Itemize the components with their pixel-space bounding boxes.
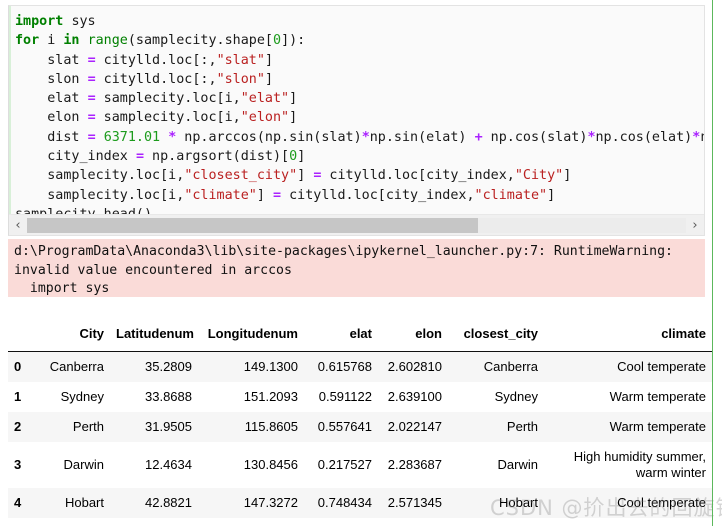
cell-closest-city: Perth (448, 412, 544, 442)
token-module-sys: sys (71, 14, 96, 29)
right-green-divider (712, 0, 713, 526)
dataframe-table: City Latitudenum Longitudenum elat elon … (8, 318, 712, 518)
token-number: 0 (289, 149, 298, 165)
cell-closest-city: Sydney (448, 382, 544, 412)
row-index: 1 (8, 382, 34, 412)
token-builtin-range: range (87, 33, 128, 49)
cell-elat: 0.615768 (304, 351, 378, 382)
table-body: 0 Canberra 35.2809 149.1300 0.615768 2.6… (8, 351, 712, 518)
cell-climate: Warm temperate (544, 412, 712, 442)
token-string-elat: "elat" (240, 91, 290, 107)
token-string-slon: "slon" (216, 71, 265, 87)
token-keyword-in: in (63, 33, 80, 49)
cell-latitudenum: 31.9505 (110, 412, 198, 442)
horizontal-scrollbar[interactable]: ‹ › (9, 214, 704, 235)
cell-elat: 0.217527 (304, 442, 378, 488)
cell-latitudenum: 12.4634 (110, 442, 198, 488)
column-header-index (8, 318, 34, 352)
token-operator-assign: = (135, 149, 144, 165)
token-keyword-import: import (15, 14, 64, 29)
token-operator-mul: * (361, 129, 370, 145)
column-header-elat: elat (304, 318, 378, 352)
cell-closest-city: Darwin (448, 442, 544, 488)
token-operator-assign: = (87, 91, 96, 107)
token-operator-mul: * (587, 129, 596, 145)
column-header-longitudenum: Longitudenum (198, 318, 304, 352)
cell-climate: Cool temperate (544, 351, 712, 382)
cell-elon: 2.571345 (378, 488, 448, 518)
table-row: 4 Hobart 42.8821 147.3272 0.748434 2.571… (8, 488, 712, 518)
code-cell-body[interactable]: import sys for i in range(samplecity.sha… (9, 6, 704, 214)
cell-latitudenum: 33.8688 (110, 382, 198, 412)
cell-elon: 2.639100 (378, 382, 448, 412)
token-string-closest-city: "closest_city" (184, 168, 298, 184)
scrollbar-thumb[interactable] (27, 217, 479, 233)
token-operator-assign: = (87, 110, 96, 126)
token-string-elon: "elon" (240, 110, 290, 126)
token-operator-assign: = (313, 168, 322, 184)
cell-climate: High humidity summer, warm winter (544, 442, 712, 488)
token-operator-plus: + (474, 129, 483, 145)
cell-closest-city: Canberra (448, 351, 544, 382)
token-operator-mul: * (168, 129, 177, 145)
cell-climate: Cool temperate (544, 488, 712, 518)
token-string-slat: "slat" (216, 52, 265, 68)
cell-elat: 0.591122 (304, 382, 378, 412)
dataframe-output: City Latitudenum Longitudenum elat elon … (8, 318, 712, 526)
row-index: 2 (8, 412, 34, 442)
token-string-climate: "climate" (474, 187, 548, 203)
cell-city: Sydney (34, 382, 110, 412)
token-operator-assign: = (87, 52, 96, 68)
cell-longitudenum: 151.2093 (198, 382, 304, 412)
column-header-climate: climate (544, 318, 712, 352)
scroll-left-chevron-icon[interactable]: ‹ (9, 215, 27, 235)
code-source[interactable]: import sys for i in range(samplecity.sha… (9, 6, 704, 214)
cell-longitudenum: 149.1300 (198, 351, 304, 382)
cell-elat: 0.748434 (304, 488, 378, 518)
token-number: 0 (273, 33, 282, 49)
cell-elon: 2.283687 (378, 442, 448, 488)
table-row: 2 Perth 31.9505 115.8605 0.557641 2.0221… (8, 412, 712, 442)
cell-city: Darwin (34, 442, 110, 488)
token-operator-assign: = (87, 129, 96, 145)
cell-latitudenum: 35.2809 (110, 351, 198, 382)
table-row: 1 Sydney 33.8688 151.2093 0.591122 2.639… (8, 382, 712, 412)
cell-city: Hobart (34, 488, 110, 518)
table-row: 0 Canberra 35.2809 149.1300 0.615768 2.6… (8, 351, 712, 382)
column-header-city: City (34, 318, 110, 352)
cell-closest-city: Hobart (448, 488, 544, 518)
token-operator-mul: * (692, 129, 701, 145)
token-string-city: "City" (514, 168, 564, 184)
cell-longitudenum: 147.3272 (198, 488, 304, 518)
cell-climate: Warm temperate (544, 382, 712, 412)
cell-city: Canberra (34, 351, 110, 382)
token-operator-assign: = (87, 71, 96, 87)
runtime-warning-output: d:\ProgramData\Anaconda3\lib\site-packag… (8, 239, 705, 297)
scrollbar-track[interactable] (27, 217, 686, 233)
table-row: 3 Darwin 12.4634 130.8456 0.217527 2.283… (8, 442, 712, 488)
token-keyword-for: for (15, 33, 40, 49)
table-header-row: City Latitudenum Longitudenum elat elon … (8, 318, 712, 352)
runtime-warning-text: d:\ProgramData\Anaconda3\lib\site-packag… (14, 244, 673, 297)
column-header-elon: elon (378, 318, 448, 352)
cell-elon: 2.602810 (378, 351, 448, 382)
row-index: 3 (8, 442, 34, 488)
cell-elon: 2.022147 (378, 412, 448, 442)
token-string-climate: "climate" (184, 187, 257, 203)
cell-longitudenum: 130.8456 (198, 442, 304, 488)
cell-latitudenum: 42.8821 (110, 488, 198, 518)
column-header-latitudenum: Latitudenum (110, 318, 198, 352)
cell-longitudenum: 115.8605 (198, 412, 304, 442)
cell-city: Perth (34, 412, 110, 442)
column-header-closest-city: closest_city (448, 318, 544, 352)
code-cell[interactable]: import sys for i in range(samplecity.sha… (8, 5, 705, 236)
token-number-radius: 6371.01 (103, 129, 161, 145)
token-operator-assign: = (273, 187, 282, 203)
scroll-right-chevron-icon[interactable]: › (686, 215, 704, 235)
cell-elat: 0.557641 (304, 412, 378, 442)
row-index: 0 (8, 351, 34, 382)
row-index: 4 (8, 488, 34, 518)
table-head: City Latitudenum Longitudenum elat elon … (8, 318, 712, 352)
